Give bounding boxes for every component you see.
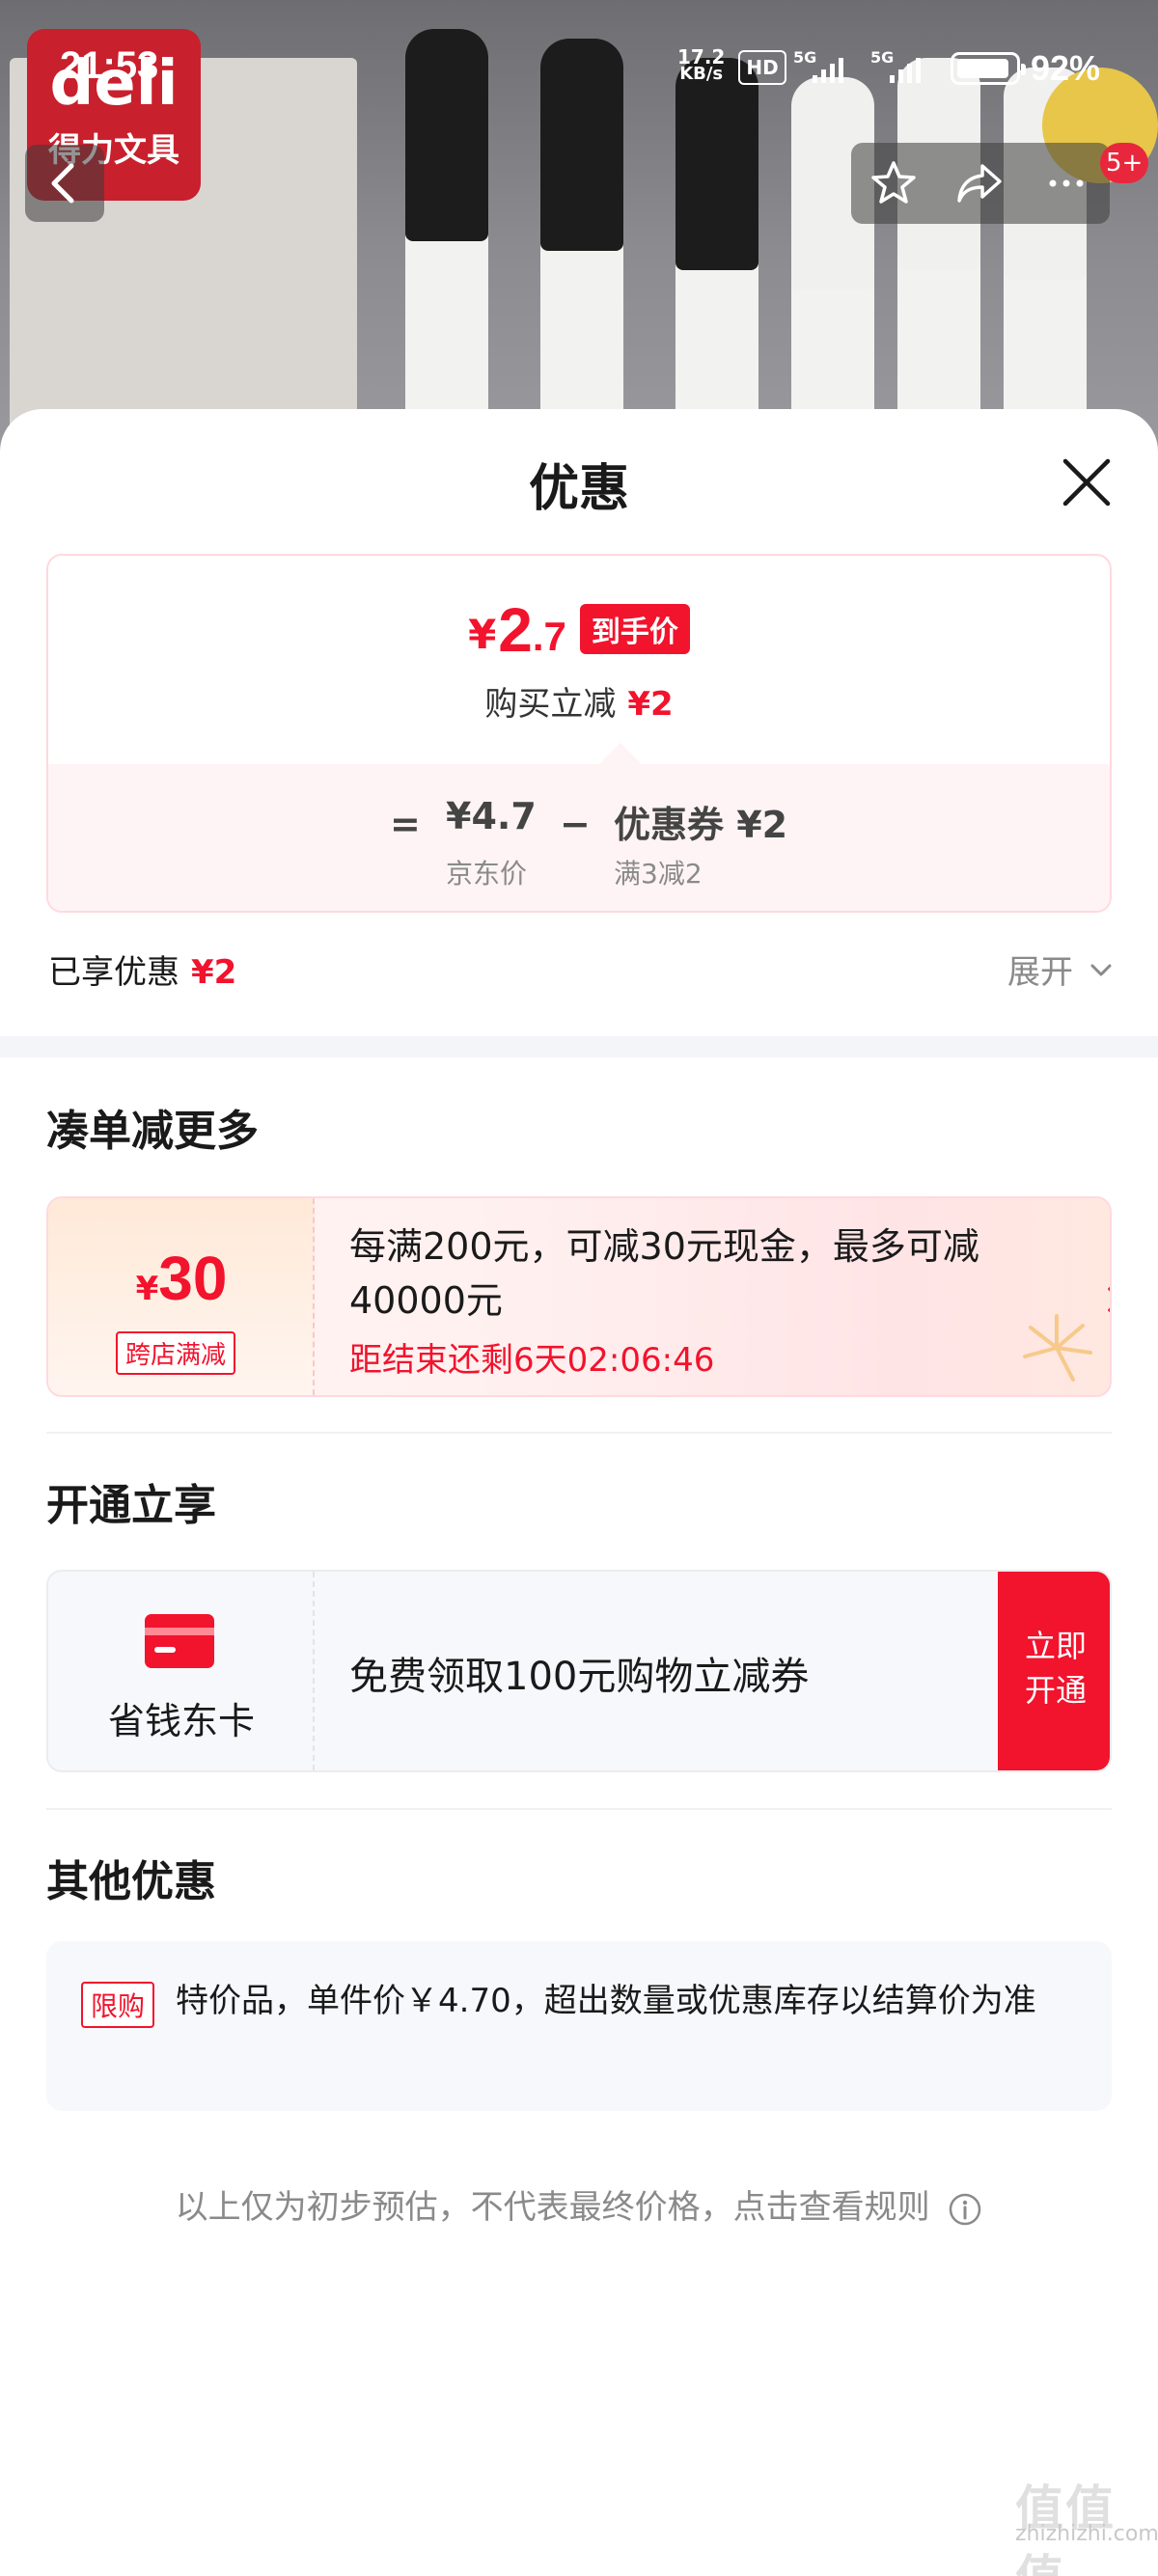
battery-icon bbox=[951, 52, 1026, 85]
final-price: ¥ 2 .7 到手价 bbox=[48, 596, 1110, 664]
coupon-rule: 满3减2 bbox=[614, 858, 703, 890]
enjoyed-discount: 已享优惠 ¥2 bbox=[48, 945, 236, 993]
promo-type-chip: 跨店满减 bbox=[116, 1331, 236, 1375]
activate-button[interactable]: 立即 开通 bbox=[998, 1572, 1110, 1770]
status-bar: 21:53 17.2 KB/s HD 5G 5G 92% bbox=[0, 0, 1158, 96]
minus-sign: − bbox=[560, 803, 591, 845]
chevron-left-icon bbox=[51, 163, 74, 204]
equals-sign: = bbox=[390, 803, 421, 845]
promo-amount: ¥30 bbox=[48, 1243, 315, 1314]
expand-button[interactable]: 展开 bbox=[1007, 945, 1073, 993]
watermark-url: zhizhizhi.com bbox=[1015, 2522, 1158, 2546]
back-button[interactable] bbox=[25, 145, 104, 222]
base-price: ¥4.7 bbox=[446, 795, 537, 837]
message-badge: 5+ bbox=[1100, 143, 1149, 183]
sparkle-decoration-icon bbox=[1023, 1314, 1092, 1382]
enjoyed-label: 已享优惠 bbox=[48, 953, 179, 992]
battery-percent: 92% bbox=[1031, 48, 1101, 88]
base-price-label: 京东价 bbox=[446, 858, 528, 890]
final-price-dec: .7 bbox=[532, 614, 566, 659]
other-discount-card: 限购 特价品，单件价￥4.70，超出数量或优惠库存以结算价为准 bbox=[46, 1941, 1112, 2111]
share-icon[interactable] bbox=[953, 158, 1006, 208]
hd-icon: HD bbox=[738, 50, 786, 85]
price-rule-link[interactable]: 以上仅为初步预估，不代表最终价格，点击查看规则 bbox=[0, 2180, 1158, 2228]
membership-card-left: 省钱东卡 bbox=[48, 1572, 315, 1770]
price-rule-text: 以上仅为初步预估，不代表最终价格，点击查看规则 bbox=[175, 2188, 930, 2227]
status-time: 21:53 bbox=[60, 44, 159, 87]
membership-description: 免费领取100元购物立减券 bbox=[349, 1655, 810, 1699]
promo-value: 30 bbox=[158, 1244, 228, 1313]
sheet-title: 优惠 bbox=[528, 461, 629, 517]
more-icon[interactable] bbox=[1040, 158, 1092, 208]
promo-currency: ¥ bbox=[135, 1270, 159, 1308]
final-price-area: ¥ 2 .7 到手价 购买立减 ¥2 bbox=[48, 556, 1110, 764]
signal-2-icon bbox=[890, 54, 921, 83]
section-separator bbox=[46, 1432, 1112, 1434]
net-speed: 17.2 KB/s bbox=[677, 47, 725, 84]
pen-4 bbox=[791, 77, 874, 453]
instant-discount-amount: ¥2 bbox=[627, 685, 674, 724]
section-divider bbox=[0, 1036, 1158, 1057]
signal-1-icon bbox=[813, 54, 843, 83]
instant-discount: 购买立减 ¥2 bbox=[48, 677, 1110, 725]
net-speed-unit: KB/s bbox=[679, 64, 724, 84]
pen-5 bbox=[897, 58, 980, 453]
pen-2 bbox=[540, 39, 623, 453]
membership-name: 省钱东卡 bbox=[107, 1700, 255, 1742]
activate-button-line2: 开通 bbox=[1024, 1672, 1087, 1709]
chevron-right-icon bbox=[1108, 1287, 1110, 1312]
membership-card: 省钱东卡 免费领取100元购物立减券 立即 开通 bbox=[46, 1570, 1112, 1772]
final-price-int: 2 bbox=[498, 595, 533, 665]
section-title-more: 凑单减更多 bbox=[46, 1108, 259, 1155]
cross-store-promo-card[interactable]: ¥30 跨店满减 每满200元，可减30元现金，最多可减40000元 距结束还剩… bbox=[46, 1196, 1112, 1397]
activate-button-line1: 立即 bbox=[1024, 1628, 1087, 1664]
pen-3 bbox=[676, 58, 758, 453]
credit-card-icon bbox=[145, 1614, 214, 1668]
promo-amount-block: ¥30 跨店满减 bbox=[48, 1198, 315, 1395]
price-formula: = ¥4.7 京东价 − 优惠券 ¥2 满3减2 bbox=[48, 764, 1110, 911]
promo-countdown: 距结束还剩6天02:06:46 bbox=[349, 1341, 715, 1380]
battery-fill bbox=[957, 59, 1008, 78]
final-price-currency: ¥ bbox=[468, 611, 497, 658]
top-actions bbox=[851, 143, 1110, 224]
info-icon bbox=[950, 2193, 981, 2225]
enjoyed-amount: ¥2 bbox=[191, 953, 237, 992]
other-discount-text: 特价品，单件价￥4.70，超出数量或优惠库存以结算价为准 bbox=[176, 1982, 1036, 2020]
price-breakdown-card: ¥ 2 .7 到手价 购买立减 ¥2 = ¥4.7 京东价 − 优惠券 ¥2 满3… bbox=[46, 554, 1112, 913]
close-button[interactable] bbox=[1060, 455, 1114, 509]
close-icon bbox=[1062, 458, 1111, 507]
final-price-tag: 到手价 bbox=[579, 604, 690, 654]
coupon-value: 优惠券 ¥2 bbox=[614, 804, 788, 846]
promo-description: 每满200元，可减30元现金，最多可减40000元 bbox=[349, 1225, 979, 1322]
star-icon[interactable] bbox=[868, 158, 919, 208]
instant-discount-label: 购买立减 bbox=[484, 685, 617, 724]
section-title-other: 其他优惠 bbox=[46, 1858, 216, 1905]
section-separator bbox=[46, 1808, 1112, 1810]
discount-sheet: 优惠 ¥ 2 .7 到手价 购买立减 ¥2 = ¥4.7 京东价 − 优惠券 ¥2… bbox=[0, 409, 1158, 2576]
chevron-down-icon[interactable] bbox=[1087, 955, 1116, 984]
section-title-member: 开通立享 bbox=[46, 1482, 216, 1529]
purchase-limit-tag: 限购 bbox=[81, 1982, 155, 2028]
